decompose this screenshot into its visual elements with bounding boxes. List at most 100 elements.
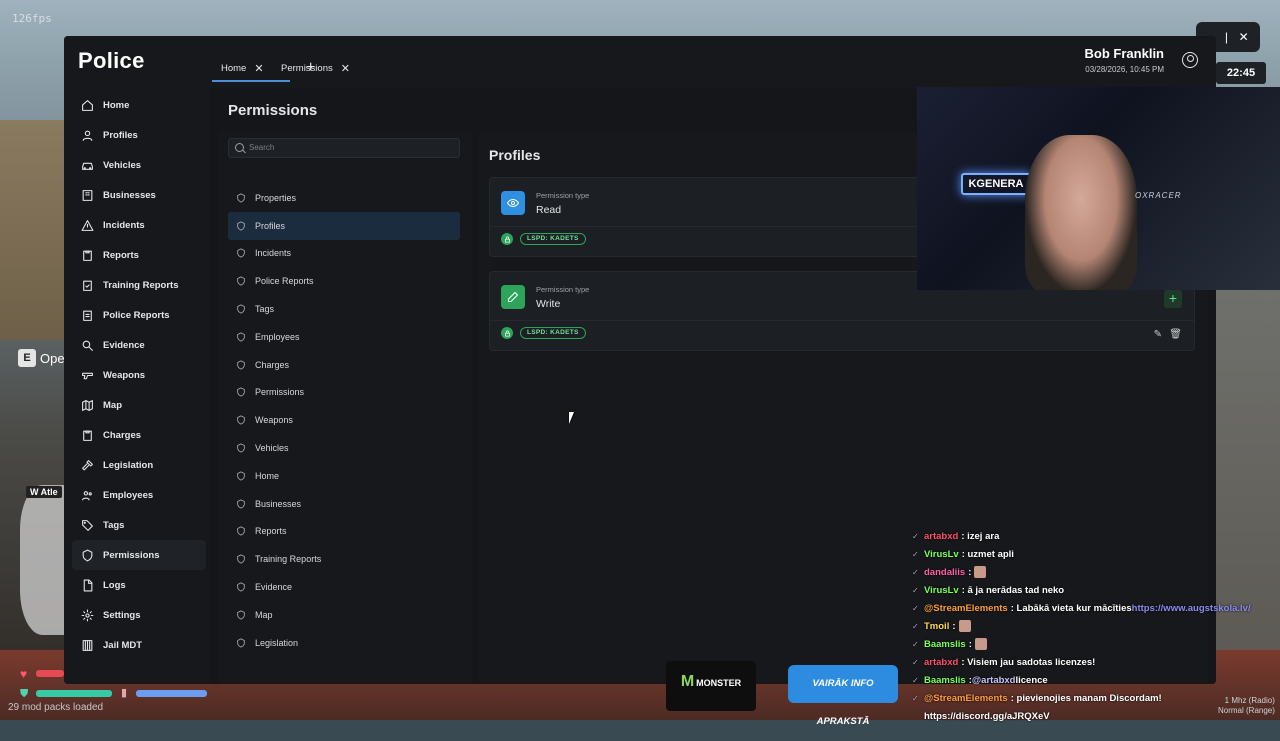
sidebar-item-employees[interactable]: Employees	[72, 480, 206, 510]
chat-username: Baamslis	[924, 639, 966, 650]
chat-message: ✓artabxd: izej ara	[912, 527, 1272, 545]
neon-sign: KGENERA	[961, 173, 1031, 195]
role-tag: LSPD: KADETS	[520, 327, 586, 339]
close-icon[interactable]: ✕	[254, 62, 263, 75]
permission-item-evidence[interactable]: Evidence	[228, 573, 460, 601]
permission-item-label: Evidence	[255, 582, 292, 592]
permission-item-map[interactable]: Map	[228, 601, 460, 629]
chat-text: licence	[1016, 675, 1048, 686]
tab-permissions[interactable]: Permissions ✕	[281, 60, 350, 76]
sidebar-item-businesses[interactable]: Businesses	[72, 180, 206, 210]
clipboard-list-icon	[80, 308, 94, 322]
sidebar-item-label: Reports	[103, 250, 139, 261]
chat-username: VirusLv	[924, 585, 959, 596]
permission-item-employees[interactable]: Employees	[228, 323, 460, 351]
sidebar-item-incidents[interactable]: Incidents	[72, 210, 206, 240]
user-icon	[80, 128, 94, 142]
sidebar-item-logs[interactable]: Logs	[72, 570, 206, 600]
thirst-bar	[136, 690, 207, 697]
tab-home[interactable]: Home ✕	[221, 60, 264, 76]
sidebar-item-profiles[interactable]: Profiles	[72, 120, 206, 150]
permission-list: PropertiesProfiles Incidents Police Report…	[228, 184, 460, 657]
sidebar-item-training-reports[interactable]: Training Reports	[72, 270, 206, 300]
user-account-icon[interactable]	[1182, 52, 1198, 68]
sidebar-item-home[interactable]: Home	[72, 90, 206, 120]
sidebar-item-permissions[interactable]: Permissions	[72, 540, 206, 570]
eye-icon	[501, 191, 525, 215]
sidebar-item-label: Jail MDT	[103, 640, 142, 651]
file-icon	[80, 578, 94, 592]
emote-icon	[959, 620, 971, 632]
sidebar-item-charges[interactable]: Charges	[72, 420, 206, 450]
card-divider	[490, 320, 1194, 321]
game-clock: 22:45	[1216, 62, 1266, 84]
edit-icon[interactable]: ✎	[1154, 329, 1162, 340]
chat-link[interactable]: https://www.augstskola.lv/	[1132, 603, 1251, 614]
mountain-scenery	[0, 120, 70, 340]
sidebar-item-police-reports[interactable]: Police Reports	[72, 300, 206, 330]
permission-item-police-reports[interactable]: Police Reports	[228, 267, 460, 295]
chat-text: : izej ara	[961, 531, 999, 542]
tab-label: Home	[221, 63, 246, 74]
shield-icon	[236, 471, 246, 481]
chat-username: artabxd	[924, 657, 958, 668]
shield-icon	[236, 193, 246, 203]
close-icon[interactable]: ✕	[341, 62, 350, 75]
new-tab-button[interactable]: +	[306, 59, 315, 77]
mods-loaded-text: 29 mod packs loaded	[8, 702, 103, 713]
permission-item-training-reports[interactable]: Training Reports	[228, 545, 460, 573]
sidebar-item-reports[interactable]: Reports	[72, 240, 206, 270]
permission-item-incidents[interactable]: Incidents	[228, 240, 460, 268]
sidebar-item-label: Profiles	[103, 130, 138, 141]
divider-icon: |	[1225, 30, 1228, 44]
shield-icon	[236, 304, 246, 314]
chat-badge-icon: ✓	[912, 550, 921, 559]
sidebar-item-vehicles[interactable]: Vehicles	[72, 150, 206, 180]
permission-item-label: Incidents	[255, 248, 291, 258]
radio-frequency: 1 Mhz (Radio)	[1218, 696, 1275, 706]
shield-icon	[236, 526, 246, 536]
permission-item-profiles[interactable]: Profiles	[228, 212, 460, 240]
sidebar-item-label: Home	[103, 100, 129, 111]
permission-type-label: Permission type	[536, 191, 589, 200]
sidebar-item-label: Evidence	[103, 340, 145, 351]
permission-item-businesses[interactable]: Businesses	[228, 490, 460, 518]
sidebar-item-tags[interactable]: Tags	[72, 510, 206, 540]
permission-item-legislation[interactable]: Legislation	[228, 629, 460, 657]
search-field[interactable]	[228, 138, 460, 158]
chat-username: Tmoil	[924, 621, 949, 632]
car-icon	[80, 158, 94, 172]
chat-username: dandaliis	[924, 567, 965, 578]
permission-item-tags[interactable]: Tags	[228, 295, 460, 323]
permission-item-weapons[interactable]: Weapons	[228, 406, 460, 434]
chat-message: ✓dandaliis:	[912, 563, 1272, 581]
sidebar-item-settings[interactable]: Settings	[72, 600, 206, 630]
search-icon	[235, 143, 244, 152]
sidebar-item-map[interactable]: Map	[72, 390, 206, 420]
permission-item-permissions[interactable]: Permissions	[228, 379, 460, 407]
chat-badge-icon: ✓	[912, 532, 921, 541]
chat-username: @StreamElements	[924, 693, 1008, 704]
sidebar-item-jail-mdt[interactable]: Jail MDT	[72, 630, 206, 660]
search-input[interactable]	[249, 143, 449, 152]
shield-icon	[236, 332, 246, 342]
sidebar-item-label: Logs	[103, 580, 126, 591]
add-role-button[interactable]: +	[1164, 290, 1182, 308]
chat-badge-icon: ✓	[912, 676, 921, 685]
permission-item-home[interactable]: Home	[228, 462, 460, 490]
sidebar-item-label: Businesses	[103, 190, 156, 201]
permission-item-label: Home	[255, 471, 279, 481]
sidebar-item-weapons[interactable]: Weapons	[72, 360, 206, 390]
permission-item-charges[interactable]: Charges	[228, 351, 460, 379]
permission-item-properties[interactable]: Properties	[228, 184, 460, 212]
sidebar-item-legislation[interactable]: Legislation	[72, 450, 206, 480]
sidebar-item-label: Legislation	[103, 460, 153, 471]
trash-icon[interactable]: 🗑	[1169, 329, 1182, 340]
gun-icon	[80, 368, 94, 382]
emote-icon	[975, 638, 987, 650]
permission-item-reports[interactable]: Reports	[228, 518, 460, 546]
role-tag: LSPD: KADETS	[520, 233, 586, 245]
lock-icon	[501, 233, 513, 245]
permission-item-vehicles[interactable]: Vehicles	[228, 434, 460, 462]
sidebar-item-evidence[interactable]: Evidence	[72, 330, 206, 360]
